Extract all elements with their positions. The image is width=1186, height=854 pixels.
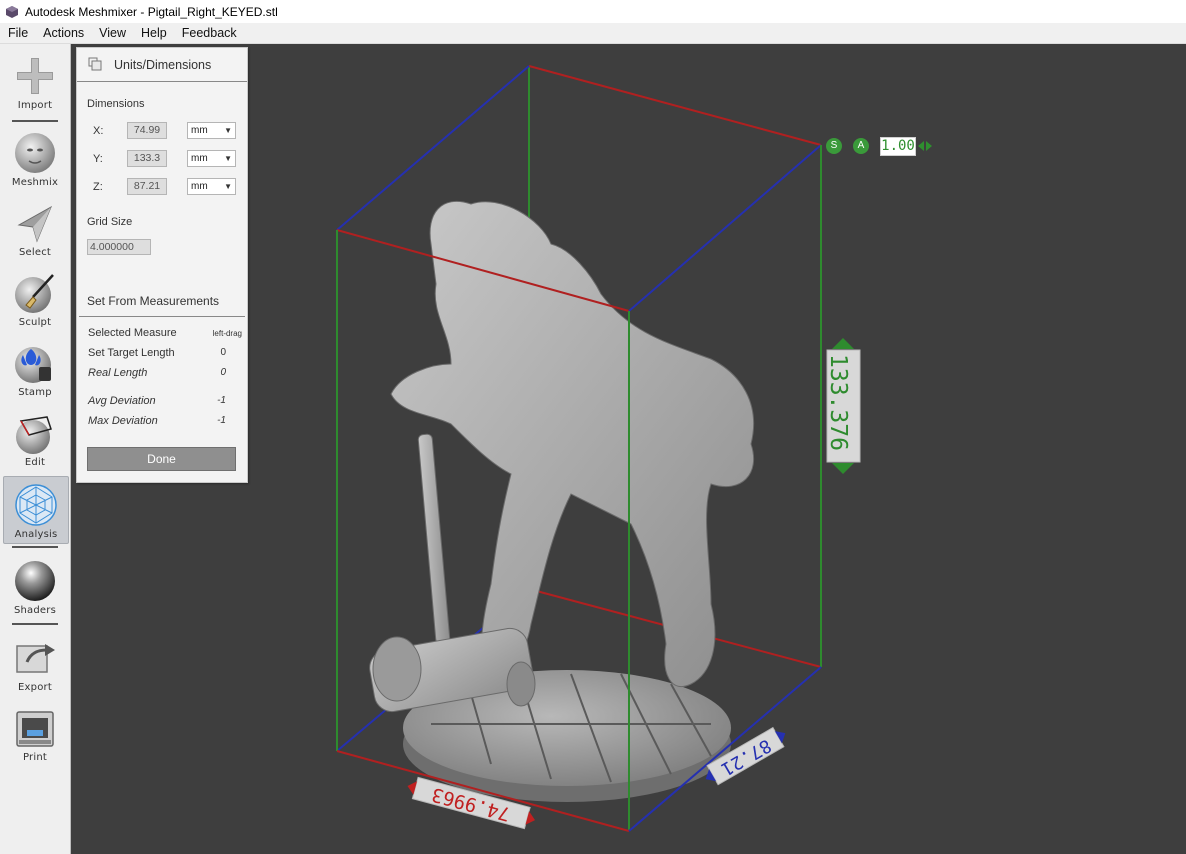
print-icon xyxy=(16,711,54,747)
dimension-z-input[interactable]: 87.21 xyxy=(127,178,167,195)
dimension-z-unit-select[interactable]: mm ▼ xyxy=(187,178,236,195)
avg-deviation-value: -1 xyxy=(217,395,226,406)
menu-bar: File Actions View Help Feedback xyxy=(0,23,1186,44)
dimension-y-input[interactable]: 133.3 xyxy=(127,150,167,167)
tool-sidebar: Import Meshmix Select Sculpt Stamp Edit … xyxy=(0,44,71,854)
real-length-row: Real Length 0 xyxy=(88,367,244,383)
scale-control: S A 1.00 xyxy=(826,136,932,156)
tool-export-label: Export xyxy=(18,682,52,693)
tool-analysis-label: Analysis xyxy=(14,529,58,540)
dimension-y-label: Y: xyxy=(93,153,103,165)
tool-select-label: Select xyxy=(18,247,52,258)
tool-select[interactable]: Select xyxy=(3,195,67,261)
tool-sculpt[interactable]: Sculpt xyxy=(3,265,67,331)
tool-export[interactable]: Export xyxy=(3,630,67,696)
tool-meshmix[interactable]: Meshmix xyxy=(3,125,67,191)
set-from-measurements-heading: Set From Measurements xyxy=(87,294,220,308)
tool-meshmix-label: Meshmix xyxy=(11,177,59,188)
dimensions-heading: Dimensions xyxy=(87,98,145,110)
tool-edit-label: Edit xyxy=(24,457,46,468)
menu-help[interactable]: Help xyxy=(133,26,174,40)
avg-deviation-label: Avg Deviation xyxy=(88,395,156,407)
scale-a-button[interactable]: A xyxy=(853,138,869,154)
dimension-row-x: X: 74.99 mm ▼ xyxy=(77,122,247,140)
dropdown-arrow-icon: ▼ xyxy=(224,154,232,163)
menu-actions[interactable]: Actions xyxy=(35,26,91,40)
plus-icon xyxy=(17,58,53,94)
selected-measure-label: Selected Measure xyxy=(88,327,177,339)
max-deviation-label: Max Deviation xyxy=(88,415,158,427)
panel-divider xyxy=(79,316,245,317)
avg-deviation-row: Avg Deviation -1 xyxy=(88,395,244,411)
meshmixer-app-icon xyxy=(6,5,18,18)
max-deviation-value: -1 xyxy=(217,415,226,426)
grid-size-input[interactable]: 4.000000 xyxy=(87,239,151,255)
dimension-x-label: X: xyxy=(93,125,104,137)
tool-import-label: Import xyxy=(17,100,53,111)
scale-s-button[interactable]: S xyxy=(826,138,842,154)
tool-stamp-label: Stamp xyxy=(18,387,52,398)
real-length-value: 0 xyxy=(220,367,226,378)
menu-view[interactable]: View xyxy=(91,26,133,40)
selected-measure-row: Selected Measure left-drag xyxy=(88,327,244,343)
window-title: Autodesk Meshmixer - Pigtail_Right_KEYED… xyxy=(25,4,278,19)
target-length-value[interactable]: 0 xyxy=(220,347,226,358)
menu-feedback[interactable]: Feedback xyxy=(174,26,244,40)
dimension-x-input[interactable]: 74.99 xyxy=(127,122,167,139)
title-bar: Autodesk Meshmixer - Pigtail_Right_KEYED… xyxy=(0,0,1186,23)
height-dimension-text: 133.376 xyxy=(825,354,851,451)
tool-divider xyxy=(12,120,58,122)
scale-value-field[interactable]: 1.00 xyxy=(880,136,916,156)
tool-divider xyxy=(12,546,58,548)
target-length-label: Set Target Length xyxy=(88,347,175,359)
tool-analysis[interactable]: Analysis xyxy=(3,476,69,544)
dimension-y-unit-select[interactable]: mm ▼ xyxy=(187,150,236,167)
dimension-z-unit: mm xyxy=(191,181,208,192)
tool-divider xyxy=(12,623,58,625)
panel-header: Units/Dimensions xyxy=(77,48,247,82)
scale-decrease-arrow-icon[interactable] xyxy=(918,141,924,151)
grid-size-heading: Grid Size xyxy=(87,216,133,228)
meshmix-icon xyxy=(15,133,55,173)
menu-file[interactable]: File xyxy=(0,26,35,40)
analysis-icon xyxy=(15,484,57,526)
target-length-row: Set Target Length 0 xyxy=(88,347,244,363)
dimension-z-label: Z: xyxy=(93,181,103,193)
dimension-x-unit: mm xyxy=(191,125,208,136)
dimension-x-unit-select[interactable]: mm ▼ xyxy=(187,122,236,139)
sculpt-brush-icon xyxy=(15,274,54,313)
tool-sculpt-label: Sculpt xyxy=(18,317,52,328)
max-deviation-row: Max Deviation -1 xyxy=(88,415,244,431)
tool-shaders[interactable]: Shaders xyxy=(3,553,67,619)
real-length-label: Real Length xyxy=(88,367,148,379)
select-arrow-icon xyxy=(17,205,53,243)
tool-print[interactable]: Print xyxy=(3,700,67,766)
export-icon xyxy=(16,644,55,673)
selected-measure-value: left-drag xyxy=(212,329,242,338)
dimension-y-unit: mm xyxy=(191,153,208,164)
dimension-row-z: Z: 87.21 mm ▼ xyxy=(77,178,247,196)
dimension-row-y: Y: 133.3 mm ▼ xyxy=(77,150,247,168)
edit-icon xyxy=(16,416,52,454)
tool-shaders-label: Shaders xyxy=(13,605,57,616)
height-dimension-label[interactable]: 133.376 xyxy=(825,338,861,474)
tool-stamp[interactable]: Stamp xyxy=(3,335,67,401)
done-button[interactable]: Done xyxy=(87,447,236,471)
scale-increase-arrow-icon[interactable] xyxy=(926,141,932,151)
tool-edit[interactable]: Edit xyxy=(3,405,67,471)
panel-title: Units/Dimensions xyxy=(114,58,212,72)
panel-collapse-icon[interactable] xyxy=(88,57,102,71)
units-dimensions-panel: Units/Dimensions Dimensions X: 74.99 mm … xyxy=(76,47,248,483)
dropdown-arrow-icon: ▼ xyxy=(224,182,232,191)
tool-import[interactable]: Import xyxy=(3,48,67,114)
shaders-icon xyxy=(15,561,55,601)
miniature-figure xyxy=(369,200,755,713)
tool-print-label: Print xyxy=(22,752,47,763)
dropdown-arrow-icon: ▼ xyxy=(224,126,232,135)
stamp-icon xyxy=(15,347,51,383)
